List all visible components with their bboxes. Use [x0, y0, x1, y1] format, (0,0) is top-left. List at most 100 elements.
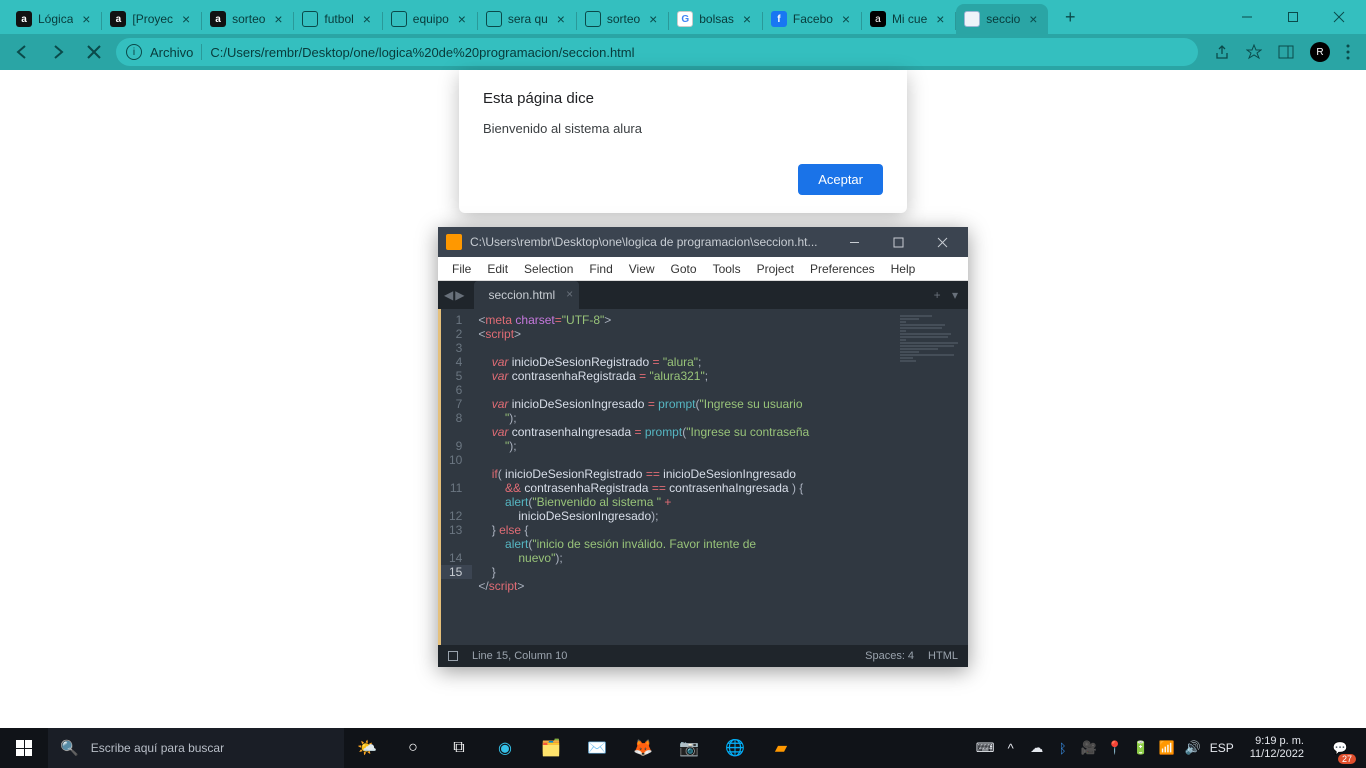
tab-nav-arrows[interactable]: ◀▶ — [444, 288, 466, 302]
tab-close-icon[interactable]: × — [79, 12, 93, 26]
edge-icon[interactable]: ◉ — [482, 728, 528, 768]
bluetooth-icon[interactable]: ᛒ — [1054, 741, 1072, 756]
tab-title: equipo — [413, 12, 449, 26]
syntax-setting[interactable]: HTML — [928, 650, 958, 662]
tab-close-icon[interactable]: × — [179, 12, 193, 26]
browser-tab[interactable]: seccio× — [956, 4, 1048, 34]
browser-tab[interactable]: equipo × — [383, 4, 477, 34]
minimize-button[interactable] — [1224, 0, 1270, 34]
browser-tab[interactable]: futbol× — [294, 4, 381, 34]
wifi-icon[interactable]: 📶 — [1158, 740, 1176, 756]
menu-item[interactable]: Tools — [705, 262, 749, 276]
browser-chrome: aLógica×a[Proyec×asorteo×futbol×equipo×s… — [0, 0, 1366, 70]
browser-tab[interactable]: aLógica× — [8, 4, 101, 34]
battery-icon[interactable]: 🔋 — [1132, 740, 1150, 756]
menu-item[interactable]: Edit — [479, 262, 516, 276]
side-panel-icon[interactable] — [1278, 44, 1294, 60]
share-icon[interactable] — [1214, 44, 1230, 60]
sublime-taskbar-icon[interactable]: ▰ — [758, 728, 804, 768]
clock[interactable]: 9:19 p. m. 11/12/2022 — [1242, 735, 1312, 761]
minimap[interactable] — [900, 315, 964, 375]
firefox-icon[interactable]: 🦊 — [620, 728, 666, 768]
chrome-icon[interactable]: 🌐 — [712, 728, 758, 768]
action-center-icon[interactable]: 💬27 — [1320, 728, 1360, 768]
browser-tab[interactable]: Gbolsas× — [669, 4, 762, 34]
menu-item[interactable]: View — [621, 262, 663, 276]
menu-item[interactable]: Find — [581, 262, 620, 276]
browser-tab[interactable]: sorteo× — [577, 4, 668, 34]
close-button[interactable] — [1316, 0, 1362, 34]
language-indicator[interactable]: ESP — [1210, 741, 1234, 755]
menu-item[interactable]: Help — [883, 262, 924, 276]
js-alert-dialog: Esta página dice Bienvenido al sistema a… — [459, 70, 907, 213]
back-button[interactable] — [8, 38, 36, 66]
tab-close-icon[interactable]: × — [360, 12, 374, 26]
editor-tab[interactable]: seccion.html × — [474, 281, 579, 309]
tab-favicon — [391, 11, 407, 27]
menu-item[interactable]: Preferences — [802, 262, 883, 276]
task-view-icon[interactable]: ⧉ — [436, 728, 482, 768]
status-indicator[interactable] — [448, 651, 458, 661]
browser-tab[interactable]: asorteo× — [202, 4, 293, 34]
sublime-minimize-button[interactable] — [832, 227, 876, 257]
tab-close-icon[interactable]: × — [554, 12, 568, 26]
new-tab-button[interactable]: + — [1056, 3, 1084, 31]
instagram-icon[interactable]: 📷 — [666, 728, 712, 768]
profile-avatar[interactable]: R — [1310, 42, 1330, 62]
meet-now-icon[interactable]: 🎥 — [1080, 740, 1098, 756]
alert-title: Esta página dice — [483, 90, 883, 107]
taskbar-apps: 🌤️ ○ ⧉ ◉ 🗂️ ✉️ 🦊 📷 🌐 ▰ — [344, 728, 804, 768]
address-bar[interactable]: i Archivo C:/Users/rembr/Desktop/one/log… — [116, 38, 1198, 66]
bookmark-icon[interactable] — [1246, 44, 1262, 60]
stop-button[interactable] — [80, 38, 108, 66]
onedrive-icon[interactable]: ☁ — [1028, 740, 1046, 756]
sublime-titlebar[interactable]: C:\Users\rembr\Desktop\one\logica de pro… — [438, 227, 968, 257]
tab-close-icon[interactable]: × — [271, 12, 285, 26]
file-explorer-icon[interactable]: 🗂️ — [528, 728, 574, 768]
tab-close-icon[interactable]: × — [455, 12, 469, 26]
cortana-icon[interactable]: ○ — [390, 728, 436, 768]
browser-tab[interactable]: fFacebo× — [763, 4, 861, 34]
menu-icon[interactable] — [1346, 44, 1350, 60]
windows-logo-icon — [16, 740, 32, 756]
tab-close-icon[interactable]: × — [740, 12, 754, 26]
code-content[interactable]: <meta charset="UTF-8"> <script> var inic… — [472, 309, 968, 645]
weather-widget[interactable]: 🌤️ — [344, 728, 390, 768]
sublime-tabbar: ◀▶ seccion.html × + ▾ — [438, 281, 968, 309]
tab-close-icon[interactable]: × — [646, 12, 660, 26]
browser-tab[interactable]: aMi cue× — [862, 4, 955, 34]
menu-item[interactable]: Project — [749, 262, 802, 276]
taskbar-search[interactable]: 🔍 Escribe aquí para buscar — [48, 728, 344, 768]
close-tab-icon[interactable]: × — [566, 287, 573, 301]
tab-strip: aLógica×a[Proyec×asorteo×futbol×equipo×s… — [0, 0, 1366, 34]
notification-badge: 27 — [1338, 754, 1356, 764]
touch-keyboard-icon[interactable]: ⌨ — [976, 740, 994, 756]
url-scheme-label: Archivo — [150, 45, 193, 60]
tab-overflow-icon[interactable]: + ▾ — [934, 288, 962, 302]
menu-item[interactable]: File — [444, 262, 479, 276]
tab-close-icon[interactable]: × — [1026, 12, 1040, 26]
tab-close-icon[interactable]: × — [839, 12, 853, 26]
tab-close-icon[interactable]: × — [933, 12, 947, 26]
tray-chevron-icon[interactable]: ^ — [1002, 741, 1020, 756]
tab-favicon — [486, 11, 502, 27]
browser-tab[interactable]: a[Proyec× — [102, 4, 201, 34]
mail-icon[interactable]: ✉️ — [574, 728, 620, 768]
editor-area[interactable]: 123456789101112131415 <meta charset="UTF… — [438, 309, 968, 645]
tab-title: Facebo — [793, 12, 833, 26]
maximize-button[interactable] — [1270, 0, 1316, 34]
menu-item[interactable]: Goto — [663, 262, 705, 276]
location-icon[interactable]: 📍 — [1106, 740, 1124, 756]
cursor-position: Line 15, Column 10 — [472, 650, 567, 662]
browser-tab[interactable]: sera qu× — [478, 4, 576, 34]
site-info-icon[interactable]: i — [126, 44, 142, 60]
sublime-close-button[interactable] — [920, 227, 964, 257]
volume-icon[interactable]: 🔊 — [1184, 740, 1202, 756]
menu-item[interactable]: Selection — [516, 262, 581, 276]
forward-button[interactable] — [44, 38, 72, 66]
sublime-maximize-button[interactable] — [876, 227, 920, 257]
clock-time: 9:19 p. m. — [1250, 735, 1304, 748]
start-button[interactable] — [0, 728, 48, 768]
indent-setting[interactable]: Spaces: 4 — [865, 650, 914, 662]
alert-ok-button[interactable]: Aceptar — [798, 164, 883, 195]
